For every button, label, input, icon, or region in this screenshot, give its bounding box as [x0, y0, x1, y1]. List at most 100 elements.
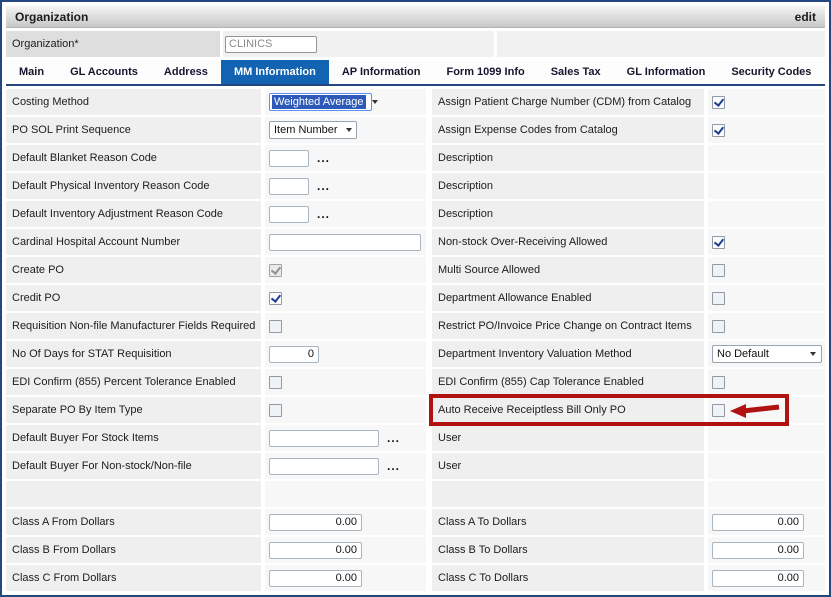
field-label: EDI Confirm (855) Percent Tolerance Enab…: [6, 369, 261, 395]
user-value-cell: [708, 453, 825, 479]
tab-gl-accounts[interactable]: GL Accounts: [57, 60, 151, 84]
field-label: Multi Source Allowed: [432, 257, 704, 283]
restrict-po-invoice-price-change-on-contract-items-checkbox[interactable]: [712, 320, 725, 333]
description-value-cell: [708, 173, 825, 199]
default-blanket-reason-code-lookup-ellipsis-button[interactable]: ...: [317, 154, 330, 162]
separate-po-by-item-type-value-cell: [265, 397, 426, 423]
default-physical-inventory-reason-code-lookup-ellipsis-button[interactable]: ...: [317, 182, 330, 190]
department-inventory-valuation-method-select[interactable]: No Default: [712, 345, 822, 363]
default-inventory-adjustment-reason-code-lookup-ellipsis-button[interactable]: ...: [317, 210, 330, 218]
default-physical-inventory-reason-code-input[interactable]: [269, 178, 309, 195]
multi-source-allowed-checkbox[interactable]: [712, 264, 725, 277]
class-a-from-dollars-input[interactable]: [269, 514, 362, 531]
form-row-class-c-to-dollars: Class C To Dollars: [432, 565, 825, 591]
tab-security-codes[interactable]: Security Codes: [718, 60, 824, 84]
form-row-assign-expense-codes-from-catalog: Assign Expense Codes from Catalog: [432, 117, 825, 143]
field-label: No Of Days for STAT Requisition: [6, 341, 261, 367]
credit-po-checkbox[interactable]: [269, 292, 282, 305]
class-a-to-dollars-input[interactable]: [712, 514, 804, 531]
form-row-class-b-to-dollars: Class B To Dollars: [432, 537, 825, 563]
assign-expense-codes-from-catalog-checkbox[interactable]: [712, 124, 725, 137]
form-row-description: Description: [432, 173, 825, 199]
costing-method-value-cell: Weighted Average: [265, 89, 426, 115]
default-buyer-for-stock-items-input[interactable]: [269, 430, 379, 447]
tab-form-1099-info[interactable]: Form 1099 Info: [433, 60, 537, 84]
tab-main[interactable]: Main: [6, 60, 57, 84]
tab-ap-information[interactable]: AP Information: [329, 60, 434, 84]
costing-method-select[interactable]: Weighted Average: [269, 93, 372, 111]
field-label: PO SOL Print Sequence: [6, 117, 261, 143]
department-inventory-valuation-method-value-cell: No Default: [708, 341, 825, 367]
organization-field-cell: [223, 31, 494, 57]
credit-po-value-cell: [265, 285, 426, 311]
organization-field-row: Organization*: [6, 31, 825, 57]
chevron-down-icon: [346, 128, 352, 132]
organization-input[interactable]: [225, 36, 317, 53]
form-row-cardinal-hospital-account-number: Cardinal Hospital Account Number: [6, 229, 426, 255]
tab-mm-information[interactable]: MM Information: [221, 60, 329, 84]
restrict-po-invoice-price-change-on-contract-items-value-cell: [708, 313, 825, 339]
blank-value-cell: [708, 481, 825, 507]
default-buyer-for-stock-items-value-cell: ...: [265, 425, 426, 451]
mm-information-form: Costing MethodWeighted AveragePO SOL Pri…: [6, 89, 825, 593]
edi-confirm-855-cap-tolerance-enabled-checkbox[interactable]: [712, 376, 725, 389]
class-c-from-dollars-input[interactable]: [269, 570, 362, 587]
field-label: EDI Confirm (855) Cap Tolerance Enabled: [432, 369, 704, 395]
non-stock-over-receiving-allowed-value-cell: [708, 229, 825, 255]
form-row-class-a-from-dollars: Class A From Dollars: [6, 509, 426, 535]
non-stock-over-receiving-allowed-checkbox[interactable]: [712, 236, 725, 249]
form-row-multi-source-allowed: Multi Source Allowed: [432, 257, 825, 283]
default-inventory-adjustment-reason-code-value-cell: ...: [265, 201, 426, 227]
assign-patient-charge-number-cdm-from-catalog-checkbox[interactable]: [712, 96, 725, 109]
field-label: [432, 481, 704, 507]
cardinal-hospital-account-number-value-cell: [265, 229, 426, 255]
tab-address[interactable]: Address: [151, 60, 221, 84]
form-row-description: Description: [432, 145, 825, 171]
department-inventory-valuation-method-selected-value: No Default: [715, 347, 771, 361]
edi-confirm-855-percent-tolerance-enabled-checkbox[interactable]: [269, 376, 282, 389]
field-label: Requisition Non-file Manufacturer Fields…: [6, 313, 261, 339]
class-b-from-dollars-input[interactable]: [269, 542, 362, 559]
class-b-to-dollars-input[interactable]: [712, 542, 804, 559]
field-label: User: [432, 425, 704, 451]
tab-sales-tax[interactable]: Sales Tax: [538, 60, 614, 84]
default-inventory-adjustment-reason-code-input[interactable]: [269, 206, 309, 223]
class-c-to-dollars-input[interactable]: [712, 570, 804, 587]
field-label: User: [432, 453, 704, 479]
default-buyer-for-stock-items-lookup-ellipsis-button[interactable]: ...: [387, 434, 400, 442]
cardinal-hospital-account-number-input[interactable]: [269, 234, 421, 251]
form-row-default-buyer-for-stock-items: Default Buyer For Stock Items...: [6, 425, 426, 451]
form-row-edi-confirm-855-percent-tolerance-enabled: EDI Confirm (855) Percent Tolerance Enab…: [6, 369, 426, 395]
department-allowance-enabled-checkbox[interactable]: [712, 292, 725, 305]
separate-po-by-item-type-checkbox[interactable]: [269, 404, 282, 417]
multi-source-allowed-value-cell: [708, 257, 825, 283]
form-row-edi-confirm-855-cap-tolerance-enabled: EDI Confirm (855) Cap Tolerance Enabled: [432, 369, 825, 395]
auto-receive-receiptless-bill-only-po-checkbox[interactable]: [712, 404, 725, 417]
organization-window: Organization edit Organization* MainGL A…: [0, 0, 831, 597]
default-blanket-reason-code-value-cell: ...: [265, 145, 426, 171]
field-label: Class B To Dollars: [432, 537, 704, 563]
default-buyer-for-non-stock-non-file-input[interactable]: [269, 458, 379, 475]
field-label: [6, 481, 261, 507]
window-title-bar: Organization edit: [6, 6, 825, 28]
form-row-separate-po-by-item-type: Separate PO By Item Type: [6, 397, 426, 423]
po-sol-print-sequence-selected-value: Item Number: [272, 123, 340, 137]
field-label: Class A To Dollars: [432, 509, 704, 535]
edit-link[interactable]: edit: [795, 10, 816, 24]
tab-gl-information[interactable]: GL Information: [614, 60, 719, 84]
form-row-default-physical-inventory-reason-code: Default Physical Inventory Reason Code..…: [6, 173, 426, 199]
requisition-non-file-manufacturer-fields-required-value-cell: [265, 313, 426, 339]
class-a-from-dollars-value-cell: [265, 509, 426, 535]
po-sol-print-sequence-select[interactable]: Item Number: [269, 121, 357, 139]
form-row-blank: [432, 481, 825, 507]
edi-confirm-855-percent-tolerance-enabled-value-cell: [265, 369, 426, 395]
tab-bar: MainGL AccountsAddressMM InformationAP I…: [6, 60, 825, 86]
class-c-to-dollars-value-cell: [708, 565, 825, 591]
field-label: Description: [432, 201, 704, 227]
no-of-days-for-stat-requisition-input[interactable]: [269, 346, 319, 363]
requisition-non-file-manufacturer-fields-required-checkbox[interactable]: [269, 320, 282, 333]
default-buyer-for-non-stock-non-file-lookup-ellipsis-button[interactable]: ...: [387, 462, 400, 470]
form-row-department-allowance-enabled: Department Allowance Enabled: [432, 285, 825, 311]
default-blanket-reason-code-input[interactable]: [269, 150, 309, 167]
field-label: Cardinal Hospital Account Number: [6, 229, 261, 255]
